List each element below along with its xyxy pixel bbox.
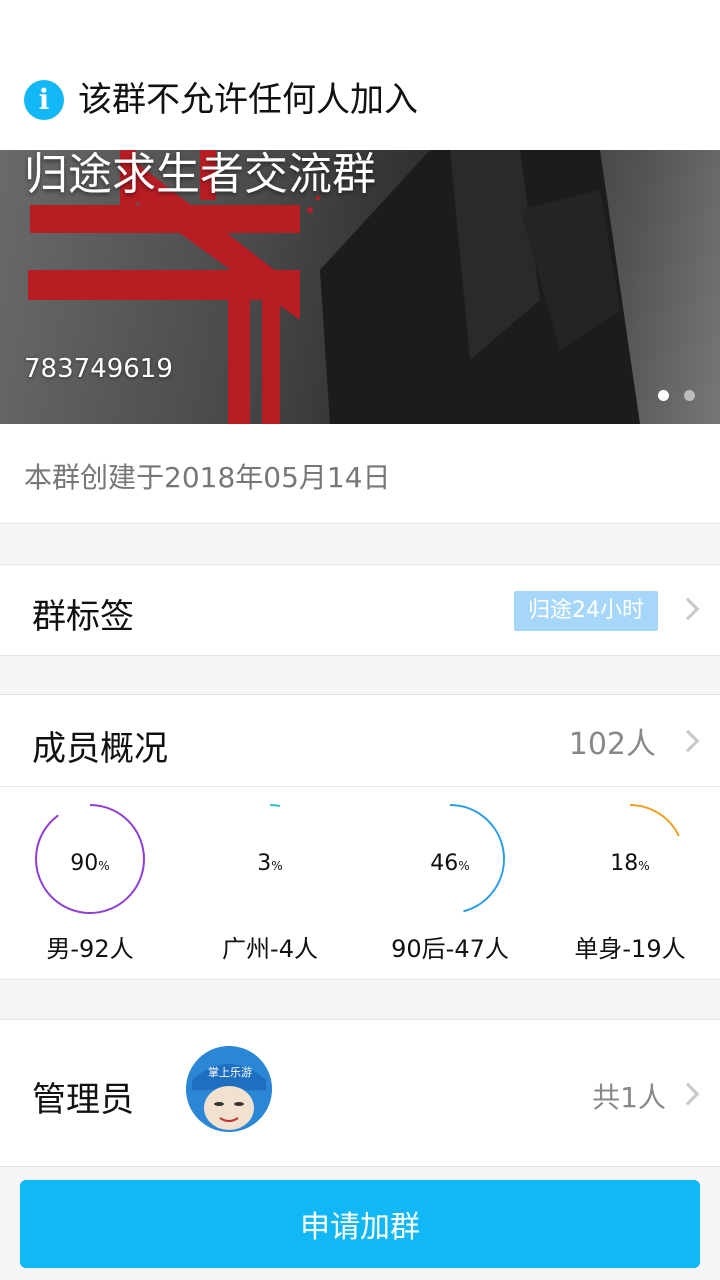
stat-percent: 90%: [70, 851, 110, 876]
stat-percent: 46%: [430, 851, 470, 876]
group-tags-row[interactable]: 群标签 归途24小时: [0, 564, 720, 656]
stat-caption: 男-92人: [46, 935, 134, 963]
admins-row[interactable]: 管理员 掌上乐游 共1人: [0, 1019, 720, 1167]
chevron-right-icon: [676, 597, 700, 621]
info-icon: i: [24, 80, 64, 120]
group-id: 783749619: [24, 354, 173, 384]
admin-avatar[interactable]: 掌上乐游: [186, 1046, 272, 1132]
apply-join-button[interactable]: 申请加群: [20, 1180, 700, 1268]
stat-caption: 90后-47人: [391, 935, 509, 963]
carousel-dot[interactable]: [684, 390, 695, 401]
notice-text: 该群不允许任何人加入: [78, 80, 418, 120]
created-date-section: 本群创建于2018年05月14日: [0, 424, 720, 524]
chevron-right-icon: [676, 729, 700, 753]
footer-bar: 申请加群: [0, 1167, 720, 1280]
avatar-face-icon: 掌上乐游: [186, 1046, 272, 1132]
stat-caption: 单身-19人: [574, 935, 686, 963]
stat-region: 3% 广州-4人: [180, 803, 360, 973]
created-date-text: 本群创建于2018年05月14日: [24, 461, 391, 494]
member-stats: 90% 男-92人 3% 广州-4人 46% 90后-47人 18% 单身-19…: [0, 787, 720, 980]
stat-percent: 3%: [257, 851, 283, 876]
group-name: 归途求生者交流群: [24, 150, 376, 200]
stat-percent: 18%: [610, 851, 650, 876]
notice-bar: i 该群不允许任何人加入: [0, 0, 720, 150]
stat-caption: 广州-4人: [222, 935, 318, 963]
admins-label: 管理员: [32, 1080, 134, 1120]
members-overview-row[interactable]: 成员概况 102人: [0, 694, 720, 787]
members-count: 102人: [568, 727, 656, 762]
group-tag-badge[interactable]: 归途24小时: [514, 591, 658, 631]
stat-gender: 90% 男-92人: [0, 803, 180, 973]
stat-ring-arc: [269, 804, 281, 807]
stat-single: 18% 单身-19人: [540, 803, 720, 973]
members-overview-label: 成员概况: [32, 729, 168, 769]
stat-age: 46% 90后-47人: [360, 803, 540, 973]
carousel-dot-active[interactable]: [658, 390, 669, 401]
admins-count: 共1人: [592, 1081, 666, 1114]
stat-ring-arc: [629, 804, 680, 837]
chevron-right-icon: [676, 1082, 700, 1106]
group-banner[interactable]: 归途求生者交流群 783749619: [0, 150, 720, 424]
svg-text:掌上乐游: 掌上乐游: [208, 1065, 252, 1079]
group-tags-label: 群标签: [32, 597, 134, 637]
